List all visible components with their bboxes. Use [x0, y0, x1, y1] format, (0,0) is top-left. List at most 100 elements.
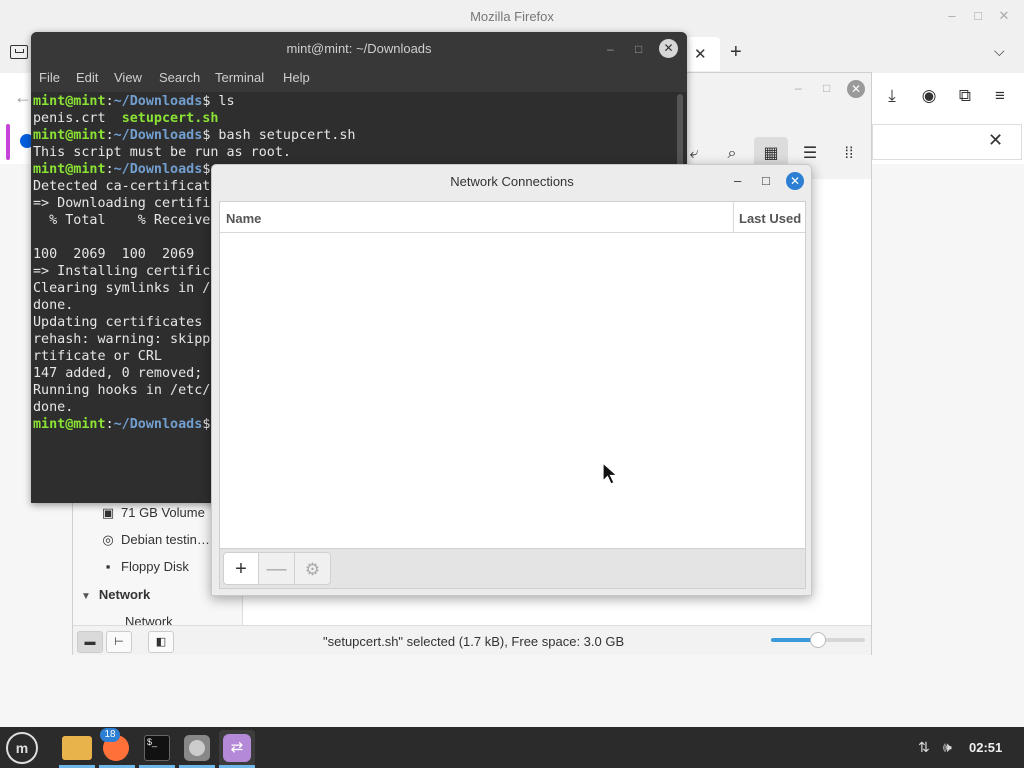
- minimize-icon[interactable]: –: [734, 173, 741, 188]
- dialog-title: Network Connections: [450, 174, 574, 189]
- sidebar-item-label: Floppy Disk: [121, 559, 189, 574]
- output-text: 100 2069 100 2069: [33, 247, 195, 262]
- firefox-titlebar: Mozilla Firefox – □ ✕: [0, 0, 1024, 33]
- sidebar-item-label: 71 GB Volume: [121, 505, 205, 520]
- taskbar-disks-app[interactable]: [179, 730, 215, 766]
- status-text: "setupcert.sh" selected (1.7 kB), Free s…: [323, 634, 625, 649]
- drive-icon: ▣: [101, 505, 115, 520]
- prompt-path: ~/Downloads: [113, 417, 203, 432]
- notification-accent: [6, 124, 10, 160]
- list-all-tabs-icon[interactable]: ⌵: [994, 43, 1005, 60]
- start-menu-button[interactable]: m: [6, 732, 38, 764]
- taskbar-network-connections-app[interactable]: ⇄: [219, 730, 255, 766]
- remove-connection-button[interactable]: —: [259, 552, 295, 585]
- terminal-line: mint@mint:~/Downloads$ ls: [33, 94, 235, 109]
- output-text: This script must be run as root.: [33, 145, 291, 160]
- sidebar-item-debian-testing[interactable]: ◎ Debian testin…: [99, 529, 210, 551]
- show-tree-button[interactable]: ⊢: [106, 631, 132, 653]
- minimize-icon[interactable]: –: [607, 42, 614, 56]
- collapse-triangle-icon[interactable]: ▼: [81, 591, 91, 602]
- add-connection-button[interactable]: +: [223, 552, 259, 585]
- output-text: done.: [33, 400, 74, 415]
- prompt-user: mint@mint: [33, 128, 106, 143]
- maximize-icon[interactable]: □: [823, 81, 830, 95]
- menu-search[interactable]: Search: [159, 70, 200, 85]
- sidebar-network-heading[interactable]: ▼ Network: [81, 587, 150, 602]
- maximize-icon[interactable]: □: [635, 42, 642, 56]
- output-text: Running hooks in /etc/c: [33, 383, 219, 398]
- prompt-path: ~/Downloads: [113, 128, 203, 143]
- firefox-window-title: Mozilla Firefox: [470, 9, 554, 24]
- minimize-icon[interactable]: –: [942, 8, 962, 23]
- terminal-titlebar: mint@mint: ~/Downloads – □ ✕: [31, 32, 687, 66]
- output-text: Clearing symlinks in /e: [33, 281, 219, 296]
- prompt-user: mint@mint: [33, 94, 106, 109]
- menu-help[interactable]: Help: [283, 70, 310, 85]
- output-text: => Installing certifica: [33, 264, 219, 279]
- output-text: Detected ca-certificate: [33, 179, 219, 194]
- output-text: done.: [33, 298, 74, 313]
- command-text: ls: [210, 94, 235, 109]
- extensions-icon[interactable]: ⧉: [953, 86, 977, 106]
- column-separator[interactable]: [733, 202, 734, 233]
- menu-terminal[interactable]: Terminal: [215, 70, 264, 85]
- output-text: rtificate or CRL: [33, 349, 162, 364]
- menu-icon[interactable]: ≡: [988, 86, 1012, 106]
- output-text: % Total % Received: [33, 213, 219, 228]
- file-entry: penis.crt: [33, 111, 122, 126]
- account-icon[interactable]: ◉: [917, 86, 941, 106]
- terminal-title: mint@mint: ~/Downloads: [286, 41, 432, 56]
- network-disconnected-icon[interactable]: ⇅: [918, 739, 930, 756]
- connections-toolbar: + — ⚙: [219, 549, 806, 589]
- new-tab-button[interactable]: +: [730, 41, 742, 64]
- floppy-icon: ▪: [105, 559, 111, 574]
- sidebar-item-71gb-volume[interactable]: ▣ 71 GB Volume: [99, 502, 205, 524]
- menu-view[interactable]: View: [114, 70, 142, 85]
- prompt-path: ~/Downloads: [113, 94, 203, 109]
- command-text: bash setupcert.sh: [210, 128, 356, 143]
- prompt-path: ~/Downloads: [113, 162, 203, 177]
- back-icon[interactable]: ←: [14, 87, 32, 108]
- menu-file[interactable]: File: [39, 70, 60, 85]
- close-icon[interactable]: ✕: [659, 39, 678, 58]
- compact-view-icon[interactable]: ⁞⁞: [832, 137, 866, 171]
- terminal-line: This script must be run as root.: [33, 144, 673, 161]
- executable-file-entry: setupcert.sh: [121, 111, 219, 126]
- volume-icon[interactable]: 🕪: [943, 739, 952, 756]
- sidebar-item-floppy-disk[interactable]: ▪ Floppy Disk: [99, 556, 189, 578]
- prompt-user: mint@mint: [33, 162, 106, 177]
- folder-icon: [62, 736, 92, 760]
- taskbar-terminal-app[interactable]: $_: [139, 730, 175, 766]
- zoom-slider[interactable]: [771, 632, 865, 648]
- mouse-cursor-icon: [602, 462, 619, 485]
- clock[interactable]: 02:51: [969, 740, 1002, 755]
- network-connections-icon: ⇄: [223, 734, 251, 762]
- show-places-button[interactable]: ▬: [77, 631, 103, 653]
- terminal-line: penis.crt setupcert.sh: [33, 110, 673, 127]
- disc-icon: ◎: [102, 532, 114, 547]
- maximize-icon[interactable]: □: [762, 173, 770, 188]
- terminal-menubar: File Edit View Search Terminal Help: [31, 66, 687, 92]
- column-header-name[interactable]: Name: [226, 211, 261, 226]
- minimize-icon[interactable]: –: [795, 81, 802, 95]
- connections-list[interactable]: Name Last Used: [219, 201, 806, 549]
- hide-sidebar-button[interactable]: ◧: [148, 631, 174, 653]
- menu-edit[interactable]: Edit: [76, 70, 98, 85]
- close-icon[interactable]: ✕: [847, 80, 865, 98]
- sidebar-item-network[interactable]: Network: [103, 611, 173, 625]
- column-header-last-used[interactable]: Last Used: [739, 211, 801, 226]
- close-icon[interactable]: ✕: [994, 8, 1014, 24]
- connection-settings-button[interactable]: ⚙: [295, 552, 331, 585]
- notification-close-icon[interactable]: ✕: [988, 130, 1003, 151]
- zoom-slider-knob[interactable]: [810, 632, 826, 648]
- firefox-view-icon[interactable]: [10, 45, 28, 59]
- close-icon[interactable]: ✕: [786, 172, 804, 190]
- tab-close-icon[interactable]: ✕: [694, 45, 707, 63]
- maximize-icon[interactable]: □: [968, 8, 988, 23]
- terminal-icon: $_: [144, 735, 170, 761]
- sidebar-item-label: Debian testin…: [121, 532, 210, 547]
- taskbar-files-app[interactable]: [59, 730, 95, 766]
- disks-icon: [184, 735, 210, 761]
- terminal-line: mint@mint:~/Downloads$ bash setupcert.sh: [33, 128, 356, 143]
- download-icon[interactable]: ⤓: [880, 86, 904, 106]
